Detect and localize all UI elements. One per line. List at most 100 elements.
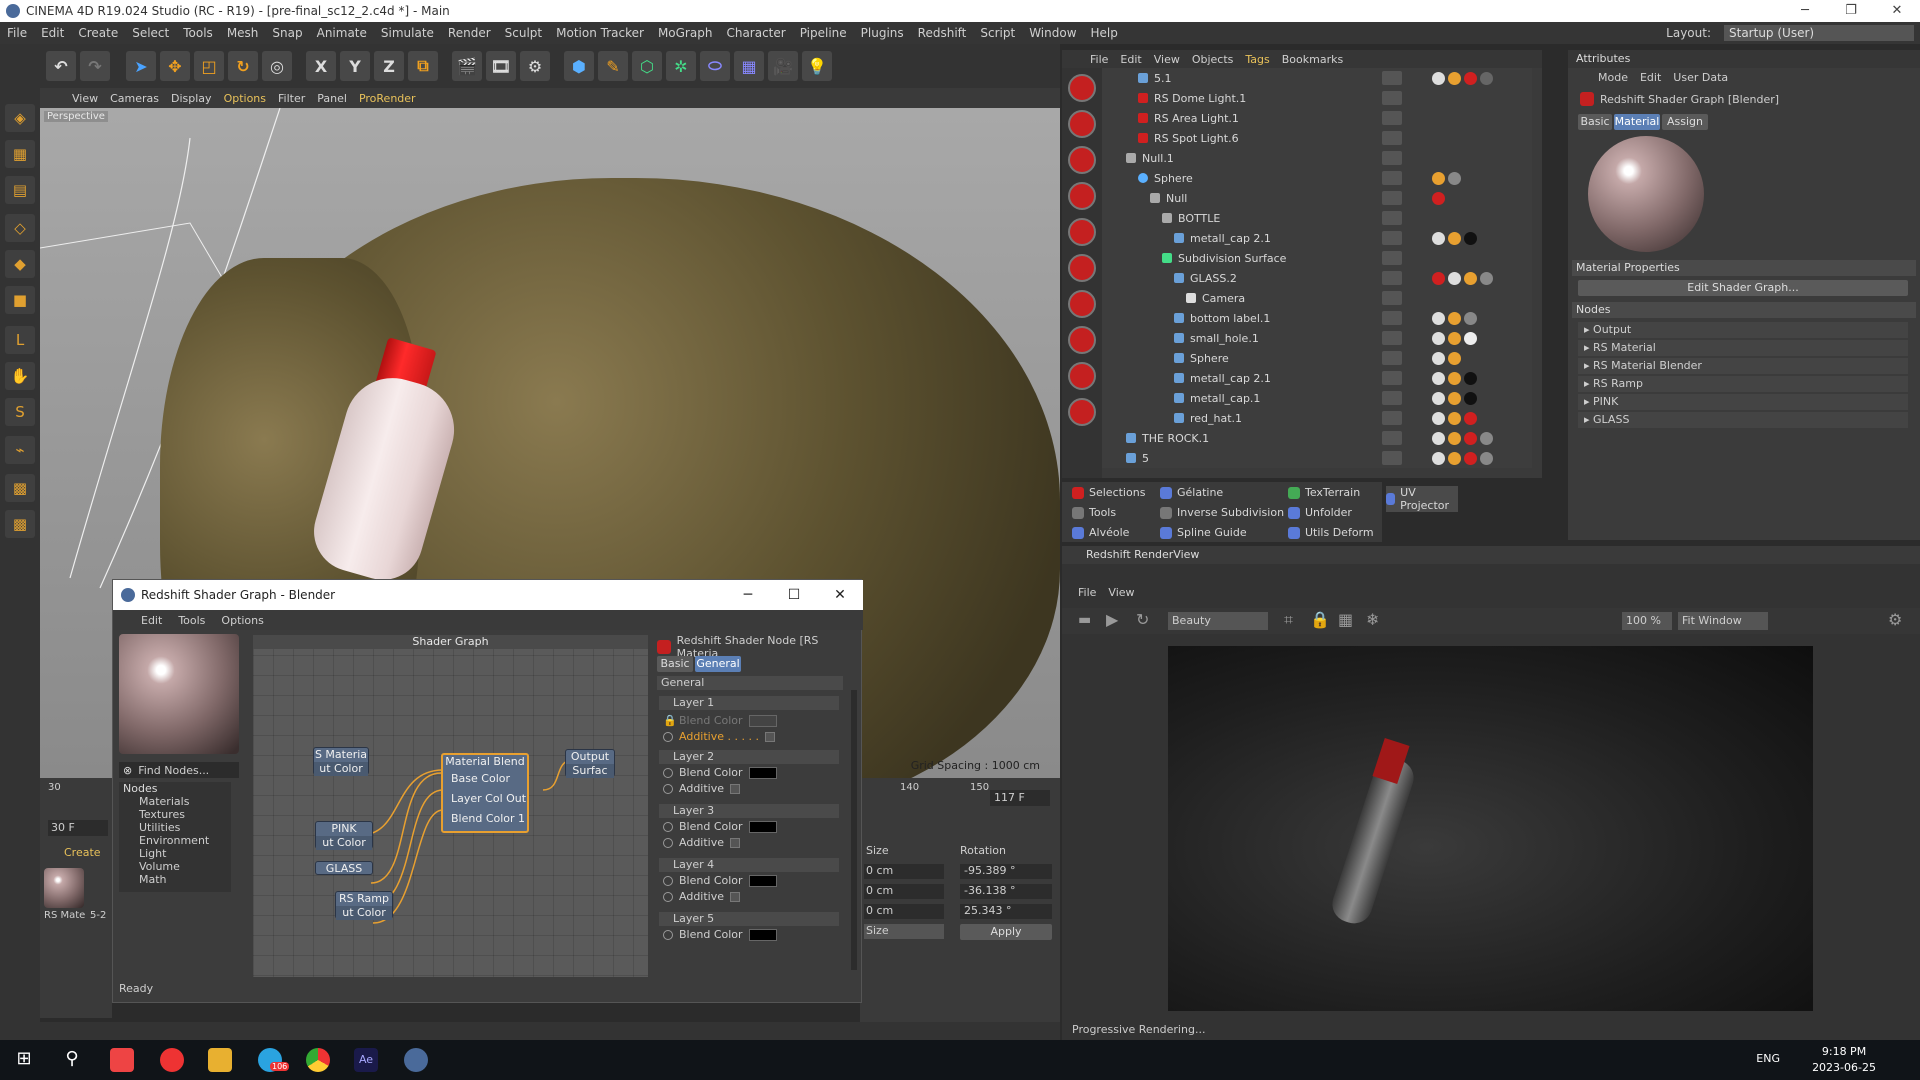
tree-item-environment[interactable]: Environment <box>119 834 231 847</box>
object-row[interactable]: GLASS.2 <box>1102 268 1532 288</box>
obj-menu-file[interactable]: File <box>1084 53 1114 66</box>
size-z-field[interactable]: 0 cm <box>864 904 944 919</box>
freeze-icon[interactable]: ❄ <box>1366 610 1379 629</box>
visibility-toggle[interactable] <box>1382 171 1402 185</box>
object-row[interactable]: RS Area Light.1 <box>1102 108 1532 128</box>
visibility-toggle[interactable] <box>1382 431 1402 445</box>
visibility-toggle[interactable] <box>1382 71 1402 85</box>
layer-3-blend-color[interactable]: Blend Color <box>663 820 777 833</box>
cube-icon[interactable]: ⬢ <box>564 51 594 81</box>
workplane-icon[interactable]: ▤ <box>5 176 35 204</box>
vp-menu-prorender[interactable]: ProRender <box>353 92 422 105</box>
tree-item-utilities[interactable]: Utilities <box>119 821 231 834</box>
z-axis-icon[interactable]: Z <box>374 51 404 81</box>
obj-menu-tags[interactable]: Tags <box>1239 53 1275 66</box>
object-row[interactable]: Subdivision Surface <box>1102 248 1532 268</box>
search-icon[interactable]: ⚲ <box>60 1048 84 1072</box>
dialog-menu-options[interactable]: Options <box>213 614 271 627</box>
shader-graph-canvas[interactable]: Shader Graph S Materia ut Color PINK ut … <box>253 635 648 977</box>
file-explorer-icon[interactable] <box>208 1048 232 1072</box>
menu-redshift[interactable]: Redshift <box>911 26 974 40</box>
layer-3-header[interactable]: Layer 3 <box>659 804 839 818</box>
object-row[interactable]: THE ROCK.1 <box>1102 428 1532 448</box>
render-picture-viewer-icon[interactable]: 🎞 <box>486 51 516 81</box>
tweak-mode-icon[interactable]: ✋ <box>5 362 35 390</box>
rs-sun-icon[interactable] <box>1068 362 1096 390</box>
animation-radio-icon[interactable] <box>663 929 673 940</box>
menu-window[interactable]: Window <box>1022 26 1083 40</box>
rs-object-icon[interactable] <box>1068 218 1096 246</box>
dialog-minimize-button[interactable]: ─ <box>725 580 771 610</box>
object-row[interactable]: Null.1 <box>1102 148 1532 168</box>
rs-volume-icon[interactable] <box>1068 326 1096 354</box>
additive-checkbox[interactable] <box>730 783 740 794</box>
rv-menu-view[interactable]: View <box>1102 586 1140 604</box>
dialog-close-button[interactable]: ✕ <box>817 580 863 610</box>
snapshot-icon[interactable]: ▬ <box>1078 612 1091 628</box>
tree-item-volume[interactable]: Volume <box>119 860 231 873</box>
animation-radio-icon[interactable] <box>663 821 673 832</box>
menu-sculpt[interactable]: Sculpt <box>498 26 549 40</box>
size-x-field[interactable]: 0 cm <box>864 864 944 879</box>
material-thumbnail[interactable] <box>44 868 84 908</box>
layer-2-header[interactable]: Layer 2 <box>659 750 839 764</box>
dialog-maximize-button[interactable]: ☐ <box>771 580 817 610</box>
vp-menu-display[interactable]: Display <box>165 92 218 105</box>
camera-icon[interactable]: 🎥 <box>768 51 798 81</box>
additive-checkbox[interactable] <box>764 731 775 742</box>
visibility-toggle[interactable] <box>1382 151 1402 165</box>
object-row[interactable]: Sphere <box>1102 348 1532 368</box>
find-nodes-field[interactable]: ⊗ Find Nodes... <box>119 762 239 778</box>
animation-radio-icon[interactable] <box>663 875 673 886</box>
object-row[interactable]: Camera <box>1102 288 1532 308</box>
make-editable-icon[interactable]: ◈ <box>5 104 35 132</box>
vp-menu-filter[interactable]: Filter <box>272 92 311 105</box>
node-rs-material[interactable]: S Materia ut Color <box>313 747 369 776</box>
grid-icon[interactable]: ▦ <box>1338 610 1353 629</box>
edit-shader-graph-button[interactable]: Edit Shader Graph... <box>1578 280 1908 296</box>
zoom-field[interactable]: 100 % <box>1622 612 1672 630</box>
attr-menu-edit[interactable]: Edit <box>1634 71 1667 84</box>
layer-2-additive[interactable]: Additive <box>663 782 740 795</box>
edges-mode-icon[interactable]: ◆ <box>5 250 35 278</box>
animation-radio-icon[interactable] <box>663 783 673 794</box>
rs-material-icon[interactable] <box>1068 398 1096 426</box>
menu-animate[interactable]: Animate <box>310 26 374 40</box>
menu-character[interactable]: Character <box>719 26 792 40</box>
plugin-inverse-subdivision[interactable]: Inverse Subdivision <box>1160 506 1284 519</box>
plugin-uv-projector[interactable]: UV Projector <box>1386 486 1458 512</box>
floor-icon[interactable]: ▦ <box>734 51 764 81</box>
tree-item-light[interactable]: Light <box>119 847 231 860</box>
node-glass[interactable]: GLASS <box>315 861 373 875</box>
layer-5-header[interactable]: Layer 5 <box>659 912 839 926</box>
menu-edit[interactable]: Edit <box>34 26 71 40</box>
node-pink[interactable]: PINK ut Color <box>315 821 373 850</box>
layer-5-blend-color[interactable]: Blend Color <box>663 928 777 941</box>
props-tab-general[interactable]: General <box>695 656 741 672</box>
current-frame-field[interactable]: 30 F <box>48 820 108 836</box>
rs-spot-light-icon[interactable] <box>1068 110 1096 138</box>
visibility-toggle[interactable] <box>1382 411 1402 425</box>
menu-create[interactable]: Create <box>71 26 125 40</box>
undo-icon[interactable]: ↶ <box>46 51 76 81</box>
object-row[interactable]: Sphere <box>1102 168 1532 188</box>
system-clock[interactable]: 9:18 PM 2023-06-25 <box>1812 1044 1876 1076</box>
tree-item-textures[interactable]: Textures <box>119 808 231 821</box>
vp-menu-view[interactable]: View <box>66 92 104 105</box>
plugin-unfolder[interactable]: Unfolder <box>1288 506 1352 519</box>
rs-environment-icon[interactable] <box>1068 290 1096 318</box>
layer-1-blend-color[interactable]: 🔒 Blend Color <box>663 714 777 727</box>
tab-material[interactable]: Material <box>1614 114 1660 130</box>
render-settings-icon[interactable]: ⚙ <box>520 51 550 81</box>
menu-script[interactable]: Script <box>973 26 1022 40</box>
fit-select[interactable]: Fit Window <box>1678 612 1768 630</box>
object-row[interactable]: RS Spot Light.6 <box>1102 128 1532 148</box>
object-row[interactable]: bottom label.1 <box>1102 308 1532 328</box>
vp-menu-options[interactable]: Options <box>218 92 272 105</box>
props-tab-basic[interactable]: Basic <box>657 656 693 672</box>
chrome-icon[interactable] <box>306 1048 330 1072</box>
plugin-gelatine[interactable]: Gélatine <box>1160 486 1223 499</box>
visibility-toggle[interactable] <box>1382 231 1402 245</box>
x-axis-icon[interactable]: X <box>306 51 336 81</box>
node-rs-material[interactable]: ▸ RS Material <box>1578 340 1908 356</box>
